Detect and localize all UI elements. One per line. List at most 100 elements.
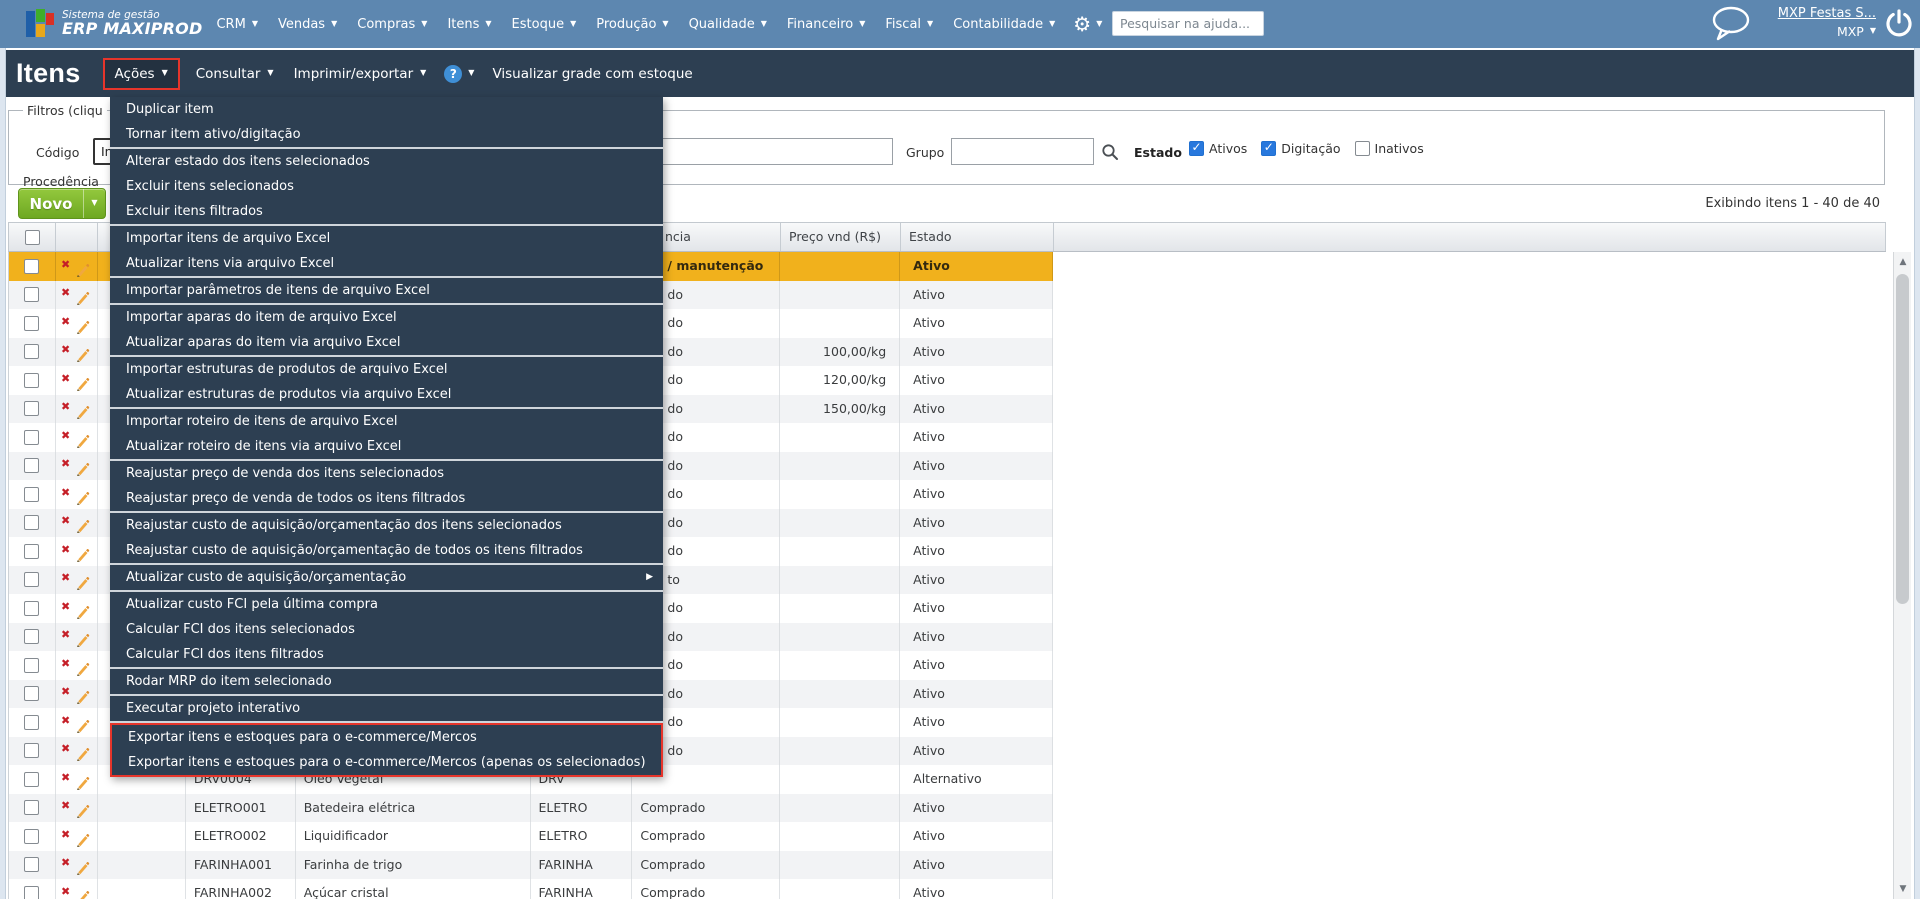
- app-logo[interactable]: Sistema de gestão ERP MAXIPROD: [26, 9, 202, 39]
- actions-menu-item[interactable]: Importar aparas do item de arquivo Excel: [110, 305, 663, 330]
- table-row[interactable]: ELETRO001Batedeira elétricaELETROComprad…: [8, 794, 1053, 823]
- row-checkbox[interactable]: [24, 287, 39, 302]
- table-row[interactable]: FARINHA001Farinha de trigoFARINHAComprad…: [8, 851, 1053, 880]
- row-checkbox[interactable]: [24, 259, 39, 274]
- delete-icon[interactable]: [61, 594, 70, 623]
- nav-item-qualidade[interactable]: Qualidade: [689, 17, 767, 32]
- row-checkbox[interactable]: [24, 544, 39, 559]
- page-help-icon[interactable]: [444, 65, 462, 83]
- checkbox-inativos[interactable]: [1355, 141, 1370, 156]
- row-checkbox[interactable]: [24, 629, 39, 644]
- row-checkbox[interactable]: [24, 572, 39, 587]
- edit-pencil-icon[interactable]: [75, 430, 90, 445]
- delete-icon[interactable]: [61, 708, 70, 737]
- delete-icon[interactable]: [61, 309, 70, 338]
- edit-pencil-icon[interactable]: [75, 287, 90, 302]
- actions-menu-item[interactable]: Reajustar custo de aquisição/orçamentaçã…: [110, 538, 663, 563]
- table-row[interactable]: FARINHA002Açúcar cristalFARINHACompradoA…: [8, 879, 1053, 899]
- delete-icon[interactable]: [61, 338, 70, 367]
- edit-pencil-icon[interactable]: [75, 458, 90, 473]
- actions-menu-item[interactable]: Excluir itens filtrados: [110, 199, 663, 224]
- novo-button[interactable]: Novo: [18, 188, 106, 219]
- actions-menu-item[interactable]: Executar projeto interativo: [110, 696, 663, 721]
- delete-icon[interactable]: [61, 737, 70, 766]
- nav-item-vendas[interactable]: Vendas: [278, 17, 337, 32]
- edit-pencil-icon[interactable]: [75, 259, 90, 274]
- nav-item-compras[interactable]: Compras: [357, 17, 427, 32]
- checkbox-digitação[interactable]: [1261, 141, 1276, 156]
- delete-icon[interactable]: [61, 879, 70, 899]
- actions-menu-item[interactable]: Tornar item ativo/digitação: [110, 122, 663, 147]
- actions-menu-item[interactable]: Exportar itens e estoques para o e-comme…: [112, 750, 661, 775]
- delete-icon[interactable]: [61, 623, 70, 652]
- edit-pencil-icon[interactable]: [75, 572, 90, 587]
- row-checkbox[interactable]: [24, 772, 39, 787]
- row-checkbox[interactable]: [24, 658, 39, 673]
- actions-menu-item[interactable]: Atualizar roteiro de itens via arquivo E…: [110, 434, 663, 459]
- delete-icon[interactable]: [61, 480, 70, 509]
- help-search-input[interactable]: [1112, 11, 1264, 36]
- nav-item-fiscal[interactable]: Fiscal: [885, 17, 933, 32]
- actions-menu-item[interactable]: Reajustar preço de venda de todos os ite…: [110, 486, 663, 511]
- edit-pencil-icon[interactable]: [75, 715, 90, 730]
- actions-menu-item[interactable]: Exportar itens e estoques para o e-comme…: [112, 725, 661, 750]
- row-checkbox[interactable]: [24, 857, 39, 872]
- delete-icon[interactable]: [61, 566, 70, 595]
- row-checkbox[interactable]: [24, 487, 39, 502]
- edit-pencil-icon[interactable]: [75, 373, 90, 388]
- actions-menu-item[interactable]: Reajustar custo de aquisição/orçamentaçã…: [110, 513, 663, 538]
- checkbox-ativos[interactable]: [1189, 141, 1204, 156]
- row-checkbox[interactable]: [24, 458, 39, 473]
- edit-pencil-icon[interactable]: [75, 487, 90, 502]
- search-icon[interactable]: [1101, 143, 1119, 161]
- menu-imprimir-exportar[interactable]: Imprimir/exportar: [284, 60, 437, 88]
- delete-icon[interactable]: [61, 537, 70, 566]
- menu-consultar[interactable]: Consultar: [186, 60, 284, 88]
- row-checkbox[interactable]: [24, 515, 39, 530]
- edit-pencil-icon[interactable]: [75, 316, 90, 331]
- actions-menu-item[interactable]: Importar roteiro de itens de arquivo Exc…: [110, 409, 663, 434]
- row-checkbox[interactable]: [24, 743, 39, 758]
- select-all-checkbox[interactable]: [25, 230, 40, 245]
- nav-item-itens[interactable]: Itens: [447, 17, 491, 32]
- edit-pencil-icon[interactable]: [75, 344, 90, 359]
- edit-pencil-icon[interactable]: [75, 401, 90, 416]
- actions-menu-item[interactable]: Excluir itens selecionados: [110, 174, 663, 199]
- delete-icon[interactable]: [61, 851, 70, 880]
- row-checkbox[interactable]: [24, 886, 39, 899]
- actions-menu-item[interactable]: Calcular FCI dos itens filtrados: [110, 642, 663, 667]
- actions-menu-item[interactable]: Atualizar itens via arquivo Excel: [110, 251, 663, 276]
- delete-icon[interactable]: [61, 452, 70, 481]
- actions-menu-item[interactable]: Atualizar estruturas de produtos via arq…: [110, 382, 663, 407]
- actions-menu-item[interactable]: Atualizar custo de aquisição/orçamentaçã…: [110, 565, 663, 590]
- actions-menu-item[interactable]: Importar itens de arquivo Excel: [110, 226, 663, 251]
- nav-item-estoque[interactable]: Estoque: [512, 17, 577, 32]
- row-checkbox[interactable]: [24, 601, 39, 616]
- delete-icon[interactable]: [61, 794, 70, 823]
- row-checkbox[interactable]: [24, 686, 39, 701]
- chat-icon[interactable]: [1708, 5, 1754, 49]
- edit-pencil-icon[interactable]: [75, 857, 90, 872]
- nav-item-contabilidade[interactable]: Contabilidade: [953, 17, 1055, 32]
- actions-menu-item[interactable]: Rodar MRP do item selecionado: [110, 669, 663, 694]
- row-checkbox[interactable]: [24, 316, 39, 331]
- row-checkbox[interactable]: [24, 344, 39, 359]
- novo-dropdown-toggle[interactable]: [83, 189, 105, 218]
- actions-menu-item[interactable]: Calcular FCI dos itens selecionados: [110, 617, 663, 642]
- settings-menu[interactable]: [1073, 12, 1102, 36]
- edit-pencil-icon[interactable]: [75, 743, 90, 758]
- delete-icon[interactable]: [61, 423, 70, 452]
- edit-pencil-icon[interactable]: [75, 886, 90, 899]
- actions-menu-item[interactable]: Atualizar aparas do item via arquivo Exc…: [110, 330, 663, 355]
- edit-pencil-icon[interactable]: [75, 515, 90, 530]
- edit-pencil-icon[interactable]: [75, 629, 90, 644]
- row-checkbox[interactable]: [24, 829, 39, 844]
- table-row[interactable]: ELETRO002LiquidificadorELETROCompradoAti…: [8, 822, 1053, 851]
- nav-item-financeiro[interactable]: Financeiro: [787, 17, 866, 32]
- grupo-input[interactable]: [951, 138, 1094, 165]
- row-checkbox[interactable]: [24, 715, 39, 730]
- edit-pencil-icon[interactable]: [75, 829, 90, 844]
- delete-icon[interactable]: [61, 252, 70, 281]
- edit-pencil-icon[interactable]: [75, 772, 90, 787]
- edit-pencil-icon[interactable]: [75, 601, 90, 616]
